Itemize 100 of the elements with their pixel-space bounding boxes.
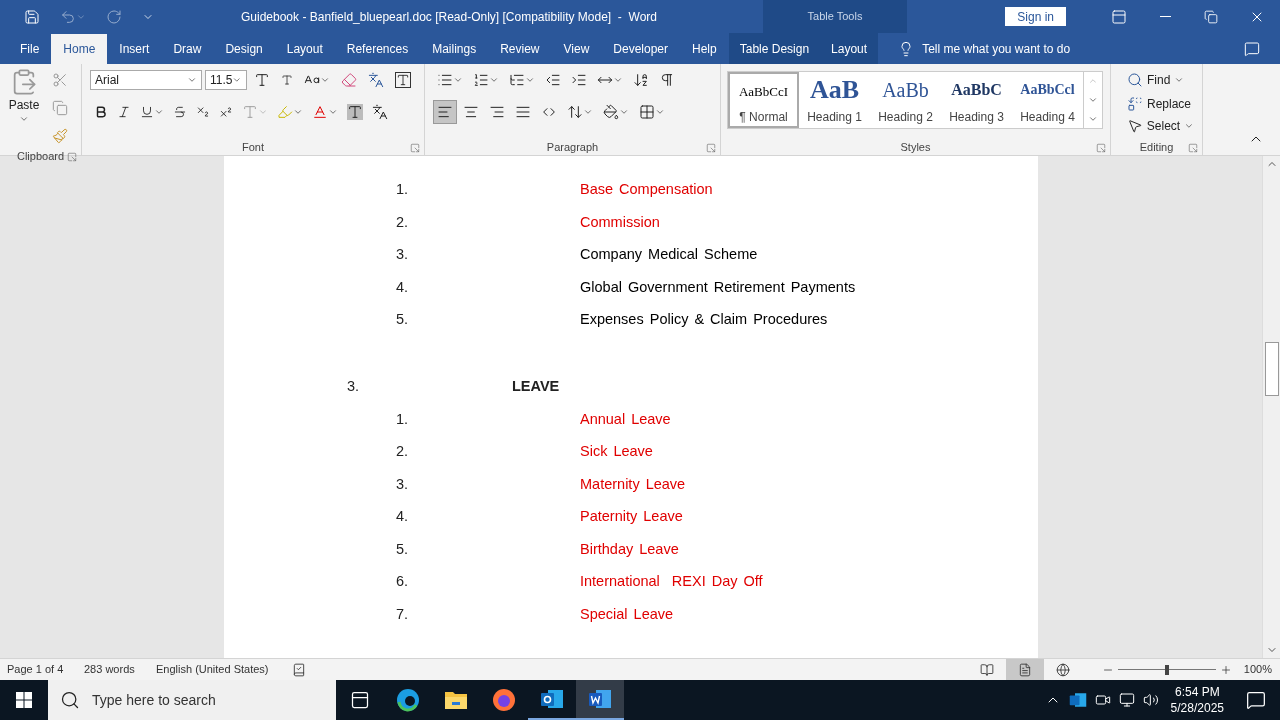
- style-name: Heading 1: [807, 109, 862, 126]
- page-count: Page 1 of 4: [6, 662, 65, 678]
- list-item: Global Government Retirement Payments: [580, 277, 856, 297]
- paint-bucket-icon: [603, 104, 619, 120]
- network-icon: [1118, 692, 1135, 708]
- style-item[interactable]: AaBbCcl Heading 4: [1012, 72, 1083, 128]
- word-app-icon: [588, 687, 612, 711]
- group-label: Font: [242, 139, 264, 155]
- caret-icon: [453, 75, 463, 85]
- shaded-letter-icon: [347, 104, 363, 120]
- save-icon: [24, 8, 40, 25]
- list-number: 3.: [396, 474, 410, 494]
- bold-icon: [94, 105, 108, 119]
- plus-icon: [1219, 663, 1232, 676]
- view-icon: [1055, 662, 1070, 677]
- align-icon: [515, 104, 531, 120]
- undo-icon: [60, 8, 76, 25]
- caret-icon: [293, 107, 303, 117]
- font-name-field[interactable]: Arial: [90, 70, 202, 90]
- font-shrink-icon: [281, 74, 293, 86]
- list-item: Company Medical Scheme: [580, 245, 758, 265]
- zoom-thumb[interactable]: [1164, 664, 1169, 675]
- ribbon-tab[interactable]: Layout: [820, 34, 879, 64]
- group-label: Clipboard: [16, 148, 65, 164]
- list-item: Paternity Leave: [580, 507, 683, 527]
- dialog-launcher-icon: [67, 152, 77, 162]
- notification-icon: [1246, 690, 1266, 710]
- select-button[interactable]: Select: [1123, 116, 1198, 136]
- view-icon: [979, 662, 994, 677]
- ribbon-tab[interactable]: Draw: [161, 34, 214, 64]
- ribbon-tab[interactable]: Help: [680, 34, 729, 64]
- group-label: Styles: [900, 139, 931, 155]
- tell-me-field[interactable]: Tell me what you want to do: [878, 33, 1071, 64]
- ribbon-tab[interactable]: Insert: [107, 34, 162, 64]
- replace-button[interactable]: Replace: [1123, 94, 1198, 114]
- ribbon-display-icon: [1111, 8, 1127, 25]
- caret-icon: [525, 75, 535, 85]
- font-grow-icon: [254, 72, 270, 88]
- outlook-icon: [540, 687, 564, 711]
- ribbon-tab[interactable]: View: [551, 34, 602, 64]
- list-number: 7.: [396, 604, 410, 624]
- caret-icon: [1174, 75, 1185, 85]
- caret-icon: [19, 114, 29, 124]
- line-spacing-icon: [567, 104, 583, 120]
- list-item: International REXI Day Off: [580, 572, 763, 592]
- paintbrush-icon: [52, 128, 68, 144]
- ribbon-tab[interactable]: Layout: [274, 34, 335, 64]
- caret-icon: [258, 107, 268, 117]
- ribbon-tab[interactable]: File: [8, 34, 52, 64]
- view-button[interactable]: [1005, 659, 1044, 680]
- word-button[interactable]: [576, 680, 624, 720]
- scrollbar-thumb[interactable]: [1264, 342, 1279, 396]
- search-icon: [1127, 72, 1143, 88]
- taskbar-search-field[interactable]: Type here to search: [48, 680, 336, 720]
- zoom-slider[interactable]: [1117, 663, 1216, 676]
- volume-icon: [1142, 692, 1159, 708]
- scissors-icon: [52, 72, 68, 88]
- dialog-launcher-icon: [410, 143, 420, 153]
- ribbon-tab[interactable]: Table Design: [728, 34, 821, 64]
- find-button[interactable]: Find: [1123, 68, 1198, 92]
- ribbon-tab[interactable]: Review: [488, 34, 552, 64]
- style-name: Heading 4: [1020, 109, 1075, 126]
- font-size-field[interactable]: 11.5: [205, 70, 247, 90]
- indent-icon: [571, 72, 587, 88]
- ribbon-tab[interactable]: Home: [51, 34, 108, 64]
- style-item[interactable]: AaB Heading 1: [799, 72, 870, 128]
- style-item[interactable]: AaBbCcI ¶ Normal: [728, 72, 799, 128]
- cursor-icon: [1127, 118, 1143, 134]
- caret-icon: [320, 75, 330, 85]
- superscript-icon: [219, 105, 233, 119]
- caret-icon: [154, 107, 164, 117]
- style-name: Heading 2: [878, 109, 933, 126]
- style-item[interactable]: AaBb Heading 2: [870, 72, 941, 128]
- align-icon: [437, 104, 453, 120]
- view-icon: [1017, 662, 1032, 677]
- replace-icon: [1127, 96, 1143, 112]
- ribbon-tab[interactable]: References: [334, 34, 421, 64]
- ribbon-tab[interactable]: Developer: [601, 34, 681, 64]
- align-button[interactable]: [433, 100, 457, 124]
- caret-icon: [187, 75, 197, 85]
- list-number: 3.: [396, 245, 410, 265]
- word-count: 283 words: [84, 662, 136, 678]
- context-label: Table Tools: [807, 9, 863, 25]
- list-number: 1.: [396, 409, 410, 429]
- list-number: 2.: [396, 442, 410, 462]
- paste-button[interactable]: Paste: [4, 68, 44, 148]
- style-preview: AaB: [809, 74, 860, 106]
- style-item[interactable]: AaBbC Heading 3: [941, 72, 1012, 128]
- caret-icon: [1184, 121, 1194, 131]
- zoom-percent: 100%: [1242, 662, 1273, 678]
- pilcrow-icon: [659, 72, 675, 88]
- section-heading: LEAVE: [512, 377, 560, 397]
- ribbon-tab[interactable]: Mailings: [420, 34, 489, 64]
- ribbon-tab[interactable]: Design: [213, 34, 275, 64]
- caret-icon: [583, 107, 593, 117]
- sign-in-button[interactable]: Sign in: [1005, 7, 1066, 26]
- caret-icon: [655, 107, 665, 117]
- search-icon: [60, 690, 80, 710]
- proofing-icon: [292, 662, 306, 677]
- borders-icon: [639, 104, 655, 120]
